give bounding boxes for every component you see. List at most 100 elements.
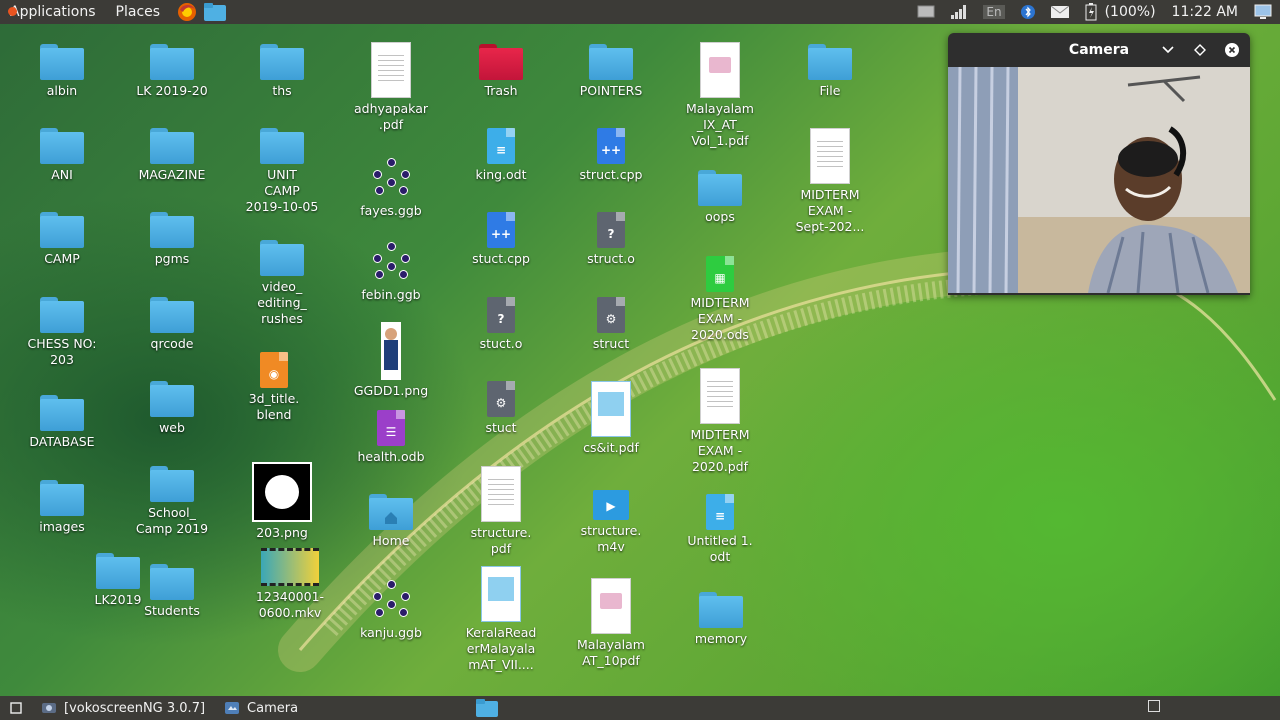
desktop-icon[interactable]: ⚙ stuct (453, 381, 549, 436)
document-icon (371, 42, 411, 98)
desktop-icon[interactable]: ⚙ struct (563, 297, 659, 352)
clock[interactable]: 11:22 AM (1172, 4, 1238, 20)
desktop-icon[interactable]: web (124, 381, 220, 436)
desktop-icon[interactable]: images (14, 480, 110, 535)
camera-titlebar[interactable]: Camera (948, 33, 1250, 67)
desktop-icon[interactable]: ths (234, 44, 330, 99)
desktop-icon[interactable]: Home (343, 494, 439, 549)
desktop-icon[interactable]: DATABASE (14, 395, 110, 450)
desktop-icon[interactable]: structure. pdf (453, 466, 549, 557)
desktop-icon[interactable]: KeralaRead erMalayala mAT_VII.... (453, 566, 549, 673)
minimize-chevron-icon[interactable] (1160, 42, 1176, 58)
maximize-diamond-icon[interactable] (1192, 42, 1208, 58)
task-files[interactable] (466, 696, 508, 720)
show-desktop-button[interactable] (0, 696, 32, 720)
desktop-icon[interactable]: oops (672, 170, 768, 225)
bluetooth-icon[interactable] (1020, 4, 1035, 20)
desktop-icon-label: CAMP (44, 251, 80, 266)
files-launcher-icon[interactable] (204, 3, 227, 21)
desktop-icon[interactable]: ? stuct.o (453, 297, 549, 352)
desktop-icon-label: POINTERS (579, 83, 643, 98)
close-icon[interactable] (1224, 42, 1240, 58)
document-icon (810, 128, 850, 184)
pdf-document-icon (591, 381, 631, 437)
desktop-icon[interactable]: ◉ 3d_title. blend (226, 352, 322, 423)
folder-icon (150, 564, 194, 600)
desktop-icon[interactable]: GGDD1.png (343, 322, 439, 399)
desktop-icon[interactable]: POINTERS (563, 44, 659, 99)
folder-icon (260, 240, 304, 276)
desktop-icon[interactable]: febin.ggb (343, 240, 439, 303)
desktop-icon-label: fayes.ggb (360, 203, 422, 218)
battery-charging-icon[interactable] (1085, 3, 1097, 21)
input-method-indicator[interactable]: En (983, 5, 1005, 19)
desktop-icon-label: kanju.ggb (360, 625, 422, 640)
folder-icon (699, 592, 743, 628)
desktop-icon-label: MIDTERM EXAM - 2020.pdf (690, 427, 750, 474)
screen-icon[interactable] (917, 5, 935, 19)
desktop-icon[interactable]: MIDTERM EXAM - 2020.pdf (672, 368, 768, 475)
task-vokoscreen[interactable]: [vokoscreenNG 3.0.7] (32, 696, 215, 720)
desktop-icon[interactable]: School_ Camp 2019 (124, 466, 220, 537)
desktop-icon[interactable]: ++ struct.cpp (563, 128, 659, 183)
desktop-icon-label: Malayalam AT_10pdf (577, 637, 645, 668)
desktop-icon[interactable]: File (782, 44, 878, 99)
folder-icon (150, 381, 194, 417)
desktop-icon-label: MIDTERM EXAM - 2020.ods (690, 295, 750, 342)
desktop-icon[interactable]: ? struct.o (563, 212, 659, 267)
camera-feed (948, 67, 1250, 293)
desktop-icon[interactable]: pgms (124, 212, 220, 267)
gear-image-icon (252, 462, 312, 522)
system-menu-icon[interactable] (1254, 4, 1272, 20)
desktop-icon[interactable]: 12340001- 0600.mkv (242, 548, 338, 621)
desktop-icon[interactable]: Malayalam _IX_AT_ Vol_1.pdf (672, 42, 768, 149)
folder-icon (260, 44, 304, 80)
desktop-icon[interactable]: CAMP (14, 212, 110, 267)
document-icon (700, 368, 740, 424)
desktop-icon[interactable]: adhyapakar .pdf (343, 42, 439, 133)
desktop-icon[interactable]: qrcode (124, 297, 220, 352)
desktop-icon[interactable]: fayes.ggb (343, 156, 439, 219)
folder-icon (40, 44, 84, 80)
desktop-icon[interactable]: 203.png (234, 462, 330, 541)
desktop-icon[interactable]: ≡ Untitled 1. odt (672, 494, 768, 565)
desktop-icon[interactable]: albin (14, 44, 110, 99)
desktop-icon-label: cs&it.pdf (583, 440, 639, 455)
desktop-icon[interactable]: video_ editing_ rushes (234, 240, 330, 327)
desktop-icon[interactable]: memory (673, 592, 769, 647)
executable-gears-icon: ⚙ (597, 297, 625, 333)
desktop-icon[interactable]: ANI (14, 128, 110, 183)
object-file-icon: ? (487, 297, 515, 333)
webcam-person-image (948, 67, 1250, 293)
folder-icon (150, 466, 194, 502)
ubuntu-logo-icon (8, 7, 17, 16)
desktop-icon[interactable]: ☰ health.odb (343, 410, 439, 465)
desktop-icon[interactable]: kanju.ggb (343, 578, 439, 641)
desktop-icon[interactable]: CHESS NO: 203 (14, 297, 110, 368)
desktop-icon-label: CHESS NO: 203 (27, 336, 97, 367)
places-menu[interactable]: Places (106, 4, 171, 20)
desktop-icon[interactable]: Students (124, 564, 220, 619)
desktop-icon[interactable]: ≡ king.odt (453, 128, 549, 183)
desktop-icon[interactable]: Trash (453, 44, 549, 99)
desktop-icon[interactable]: cs&it.pdf (563, 381, 659, 456)
desktop-icon[interactable]: ▦ MIDTERM EXAM - 2020.ods (672, 256, 768, 343)
task-camera[interactable]: Camera (215, 696, 308, 720)
folder-icon (150, 212, 194, 248)
firefox-launcher-icon[interactable] (176, 3, 198, 21)
desktop-icon-label: structure. m4v (580, 523, 642, 554)
database-icon: ☰ (377, 410, 405, 446)
camera-window[interactable]: Camera (948, 33, 1250, 295)
workspace-indicator[interactable] (1148, 700, 1160, 712)
desktop-icon[interactable]: ▶ structure. m4v (563, 490, 659, 555)
desktop-icon-label: Trash (484, 83, 518, 98)
desktop-icon[interactable]: MAGAZINE (124, 128, 220, 183)
mail-icon[interactable] (1050, 6, 1069, 18)
network-signal-icon[interactable] (951, 5, 967, 19)
folder-icon (40, 128, 84, 164)
desktop-icon[interactable]: UNIT CAMP 2019-10-05 (234, 128, 330, 215)
desktop-icon[interactable]: MIDTERM EXAM - Sept-202... (782, 128, 878, 235)
desktop-icon[interactable]: Malayalam AT_10pdf (563, 578, 659, 669)
desktop-icon[interactable]: LK 2019-20 (124, 44, 220, 99)
desktop-icon[interactable]: ++ stuct.cpp (453, 212, 549, 267)
